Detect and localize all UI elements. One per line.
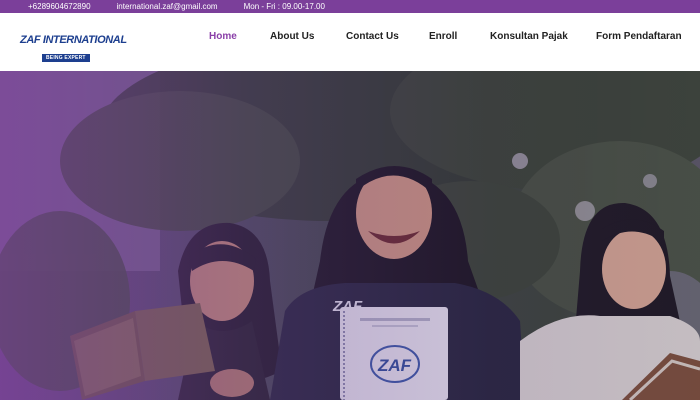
office-hours: Mon - Fri : 09.00-17.00: [243, 2, 325, 11]
booklet-logo: ZAF: [377, 356, 412, 375]
nav-contact-us[interactable]: Contact Us: [346, 31, 399, 42]
booklet: ZAF: [340, 307, 448, 400]
hero-banner: ZAF ZAF: [0, 71, 700, 400]
nav-form-pendaftaran[interactable]: Form Pendaftaran: [596, 31, 682, 42]
nav-home[interactable]: Home: [209, 31, 237, 42]
hero-photo: ZAF ZAF: [0, 71, 700, 400]
main-nav: Home About Us Contact Us Enroll Konsulta…: [0, 13, 700, 71]
nav-konsultan-pajak[interactable]: Konsultan Pajak: [490, 31, 568, 42]
nav-about-us[interactable]: About Us: [270, 31, 314, 42]
top-info-bar: +6289604672890 international.zaf@gmail.c…: [0, 0, 700, 13]
phone-number[interactable]: +6289604672890: [28, 0, 91, 13]
email-address[interactable]: international.zaf@gmail.com: [117, 0, 218, 13]
nav-enroll[interactable]: Enroll: [429, 31, 457, 42]
site-header: ZAF INTERNATIONAL BEING EXPERT Home Abou…: [0, 13, 700, 71]
